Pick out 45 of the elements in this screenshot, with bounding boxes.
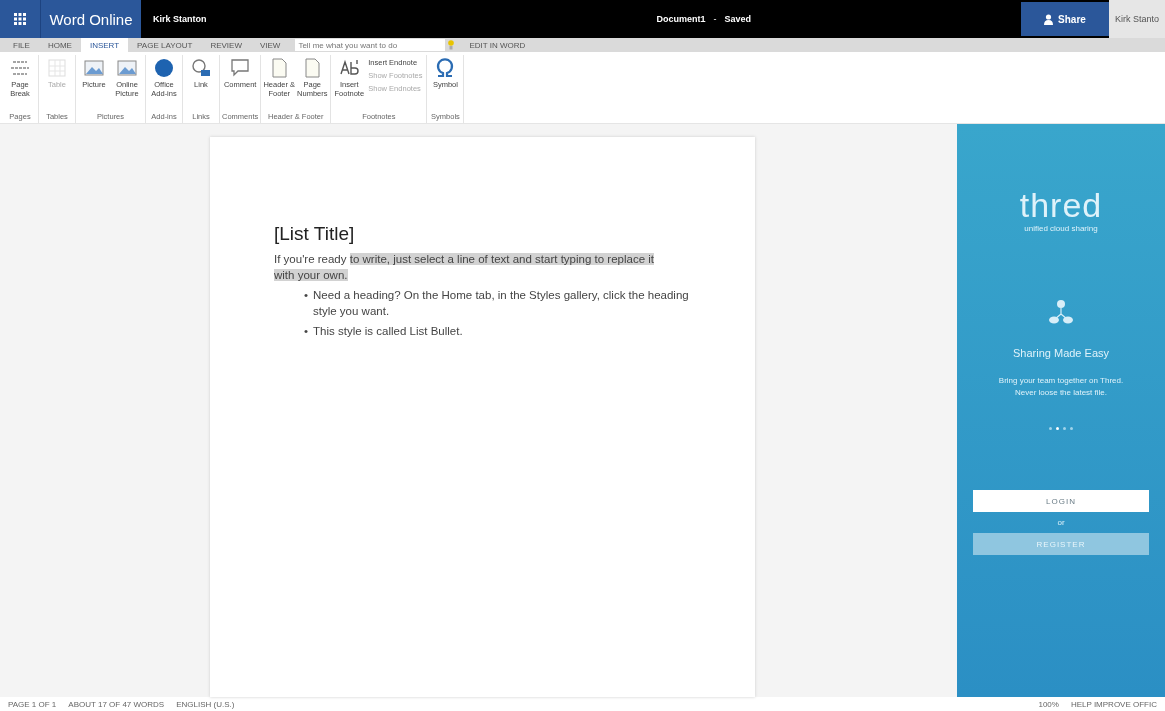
ribbon-tab[interactable]: REVIEW bbox=[201, 38, 251, 52]
speech-bubble-icon bbox=[229, 57, 252, 79]
link-icon bbox=[190, 57, 212, 79]
picture-icon bbox=[83, 57, 105, 79]
help-link[interactable]: HELP IMPROVE OFFIC bbox=[1070, 699, 1157, 709]
ribbon-tab[interactable]: INSERT bbox=[80, 38, 129, 52]
document-name[interactable]: Document1 bbox=[656, 14, 706, 24]
search-field[interactable]: Tell me what you want to do bbox=[295, 39, 446, 51]
user-name: Kirk Stanton bbox=[153, 14, 207, 24]
tagline: unified cloud sharing bbox=[1024, 224, 1098, 233]
separator: - bbox=[713, 14, 717, 24]
picture-icon bbox=[116, 57, 138, 79]
cloud-tree-icon bbox=[1048, 299, 1074, 325]
grid-icon bbox=[14, 13, 26, 25]
bullet-item[interactable]: Need a heading? On the Home tab, in the Styles gallery, click the heading style you want. bbox=[313, 287, 694, 320]
bullet-marker: • bbox=[304, 324, 309, 340]
document-title[interactable]: [List Title] bbox=[274, 223, 691, 245]
page-count: PAGE 1 OF 1 bbox=[8, 699, 57, 709]
login-button[interactable]: LOGIN bbox=[973, 490, 1149, 512]
bullet-marker: • bbox=[304, 288, 309, 304]
page-dot[interactable] bbox=[1056, 427, 1059, 430]
ribbon-tab[interactable]: FILE bbox=[4, 38, 39, 52]
page-dot[interactable] bbox=[1070, 427, 1073, 430]
logo: thred bbox=[1019, 186, 1103, 225]
ribbon-tab[interactable]: VIEW bbox=[250, 38, 290, 52]
panel-headline: Sharing Made Easy bbox=[1013, 347, 1109, 359]
save-status: Saved bbox=[724, 14, 752, 24]
account-name[interactable]: Kirk Stanto bbox=[1109, 0, 1165, 38]
language[interactable]: ENGLISH (U.S.) bbox=[176, 699, 235, 709]
app-launcher-button[interactable] bbox=[0, 0, 41, 38]
table-icon bbox=[46, 57, 68, 79]
panel-description: Bring your team together on Thred. Never loose the latest file. bbox=[997, 375, 1125, 399]
word-count[interactable]: ABOUT 17 OF 47 WORDS bbox=[68, 699, 165, 709]
zoom-level[interactable]: 100% bbox=[1038, 699, 1059, 709]
page-dot[interactable] bbox=[1049, 427, 1052, 430]
person-icon bbox=[1044, 13, 1054, 25]
bullet-item[interactable]: This style is called List Bullet. bbox=[313, 323, 694, 340]
ribbon-tab[interactable]: HOME bbox=[38, 38, 81, 52]
edit-in-word-tab[interactable]: EDIT IN WORD bbox=[460, 38, 535, 52]
share-button[interactable]: Share bbox=[1021, 2, 1109, 36]
page-dot[interactable] bbox=[1063, 427, 1066, 430]
ribbon-tab[interactable]: PAGE LAYOUT bbox=[128, 38, 202, 52]
or-label: or bbox=[1057, 518, 1065, 527]
lightbulb-icon bbox=[448, 40, 455, 50]
app-name: Word Online bbox=[41, 0, 141, 38]
